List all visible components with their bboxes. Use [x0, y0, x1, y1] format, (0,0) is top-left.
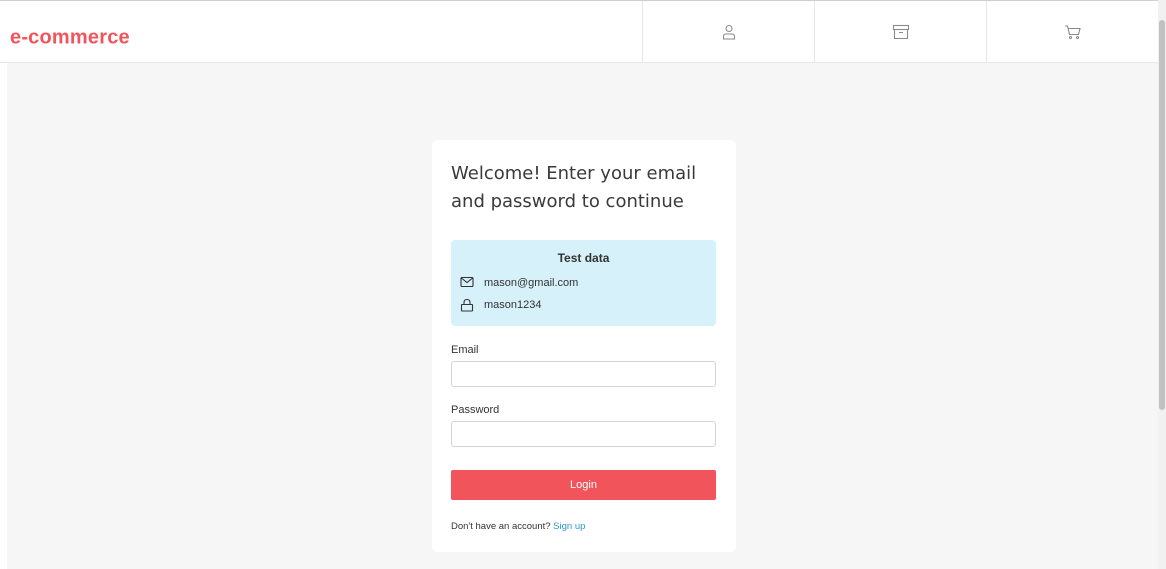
signup-prompt-text: Don't have an account?: [451, 521, 551, 532]
login-card: Welcome! Enter your email and password t…: [432, 140, 736, 552]
test-password-value: mason1234: [484, 299, 542, 311]
login-title: Welcome! Enter your email and password t…: [451, 163, 697, 212]
page: e-commerce Welcome! Enter your email and…: [0, 0, 1166, 569]
email-field[interactable]: [451, 361, 716, 387]
test-password-row: mason1234: [460, 297, 542, 313]
cart-icon: [1064, 24, 1082, 40]
brand-logo[interactable]: e-commerce: [10, 27, 130, 50]
archive-icon: [892, 24, 910, 40]
email-label: Email: [451, 344, 479, 356]
password-field[interactable]: [451, 421, 716, 447]
login-button[interactable]: Login: [451, 470, 716, 500]
test-data-box: Test data mason@gmail.com mason1234: [451, 240, 716, 326]
password-label: Password: [451, 404, 500, 416]
page-scrollbar[interactable]: [1158, 0, 1166, 569]
test-email-row: mason@gmail.com: [460, 275, 578, 291]
test-email-value: mason@gmail.com: [484, 277, 579, 289]
account-nav-button[interactable]: [642, 1, 814, 63]
mail-icon: [460, 276, 474, 290]
lock-icon: [460, 298, 474, 312]
cart-nav-button[interactable]: [986, 1, 1158, 63]
scrollbar-thumb[interactable]: [1159, 20, 1165, 410]
user-icon: [722, 24, 736, 40]
signup-prompt-line: Don't have an account? Sign up: [451, 521, 585, 532]
top-navbar: e-commerce: [0, 0, 1166, 63]
test-data-title: Test data: [557, 251, 610, 265]
signup-link[interactable]: Sign up: [553, 521, 585, 532]
orders-nav-button[interactable]: [814, 1, 986, 63]
